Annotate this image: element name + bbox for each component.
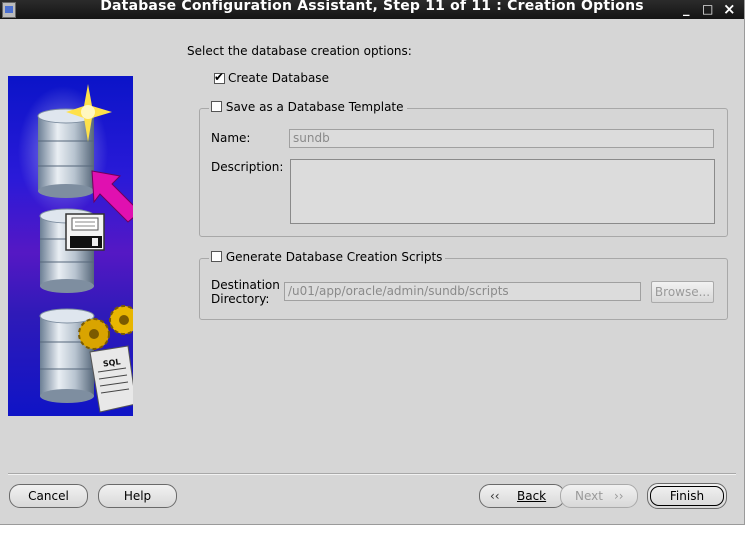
dbca-window: Database Configuration Assistant, Step 1…: [0, 0, 745, 525]
database-illustration: SQL: [18, 84, 133, 413]
create-database-checkbox[interactable]: [214, 70, 225, 84]
wizard-illustration: SQL: [8, 76, 133, 416]
next-arrow-icon: ››: [614, 489, 624, 503]
back-arrow-icon: ‹‹: [490, 489, 500, 503]
destination-label-line1: Destination: [211, 278, 280, 292]
help-button[interactable]: Help: [98, 484, 177, 508]
create-database-label[interactable]: Create Database: [228, 71, 329, 85]
save-template-legend: Save as a Database Template: [209, 100, 407, 114]
title-bar[interactable]: Database Configuration Assistant, Step 1…: [0, 0, 744, 19]
template-description-field[interactable]: [290, 159, 715, 224]
generate-scripts-checkbox[interactable]: [211, 251, 222, 262]
description-label: Description:: [211, 160, 284, 174]
template-name-field[interactable]: sundb: [289, 129, 714, 148]
minimize-button[interactable]: _: [683, 0, 690, 19]
destination-directory-field[interactable]: /u01/app/oracle/admin/sundb/scripts: [284, 282, 641, 301]
floppy-disk-icon: [65, 213, 105, 251]
generate-scripts-label[interactable]: Generate Database Creation Scripts: [226, 250, 443, 264]
save-template-checkbox[interactable]: [211, 101, 222, 112]
generate-scripts-legend: Generate Database Creation Scripts: [209, 250, 446, 264]
back-button[interactable]: ‹‹ Back: [479, 484, 565, 508]
next-button[interactable]: Next ››: [560, 484, 638, 508]
next-button-label: Next: [575, 489, 603, 503]
save-template-label[interactable]: Save as a Database Template: [226, 100, 404, 114]
window-title: Database Configuration Assistant, Step 1…: [100, 0, 644, 14]
browse-button[interactable]: Browse...: [651, 281, 714, 303]
footer-separator: [8, 473, 736, 475]
finish-button[interactable]: Finish: [647, 483, 727, 509]
cancel-button[interactable]: Cancel: [9, 484, 88, 508]
destination-label-line2: Directory:: [211, 292, 270, 306]
name-label: Name:: [211, 131, 251, 145]
maximize-button[interactable]: □: [702, 0, 713, 19]
back-button-label: Back: [517, 489, 547, 503]
close-button[interactable]: ×: [723, 0, 736, 19]
sql-script-icon: SQL: [89, 345, 133, 413]
instructions-text: Select the database creation options:: [187, 44, 412, 58]
